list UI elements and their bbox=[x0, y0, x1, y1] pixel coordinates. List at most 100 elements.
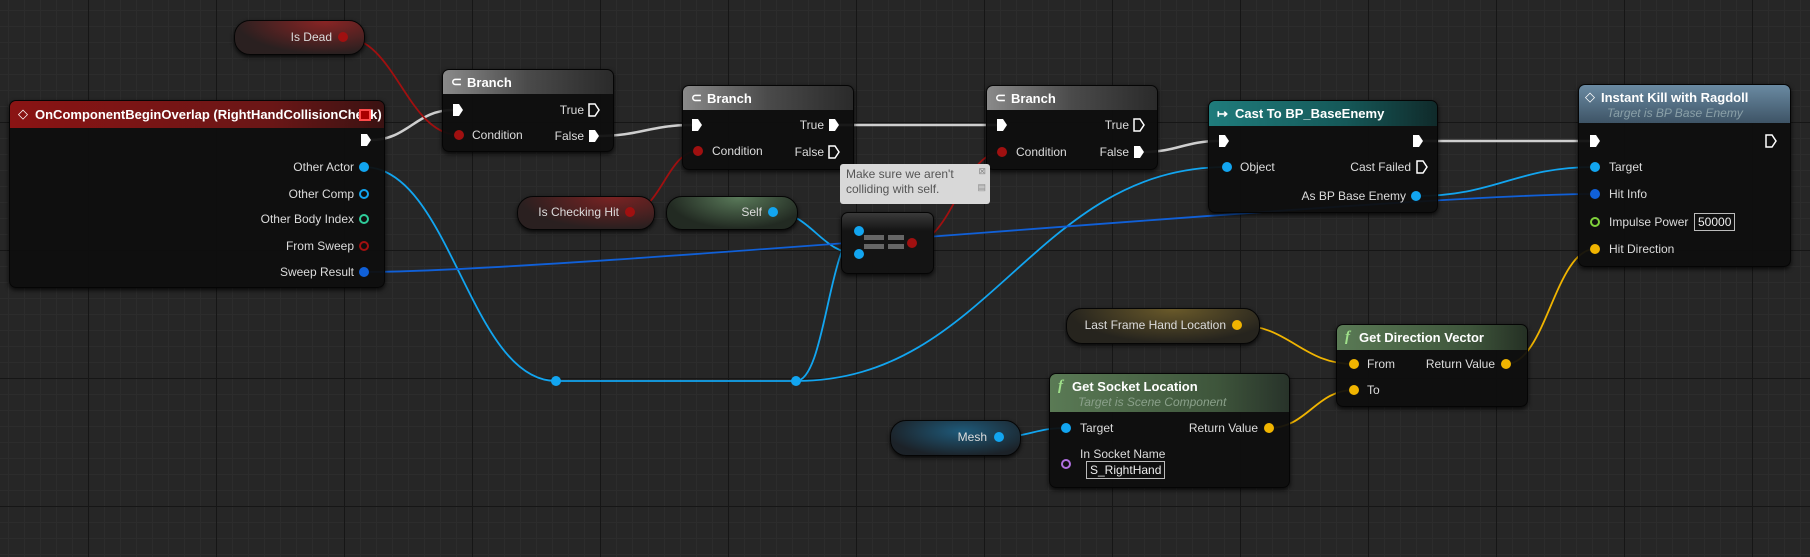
hit-direction-pin[interactable] bbox=[1590, 244, 1600, 254]
condition-pin[interactable] bbox=[997, 147, 1007, 157]
target-pin[interactable] bbox=[1590, 162, 1600, 172]
equal-icon bbox=[864, 244, 884, 249]
node-title: Get Socket Location bbox=[1072, 379, 1198, 394]
exec-in-pin[interactable] bbox=[1589, 134, 1601, 148]
self-pin[interactable] bbox=[768, 207, 778, 217]
pin-label: Cast Failed bbox=[1350, 160, 1411, 174]
hit-info-pin[interactable] bbox=[1590, 189, 1600, 199]
node-title: Branch bbox=[467, 75, 512, 90]
equal-a-pin[interactable] bbox=[854, 226, 864, 236]
mesh-pin[interactable] bbox=[994, 432, 1004, 442]
exec-in-pin[interactable] bbox=[691, 118, 703, 132]
exec-out-pin[interactable] bbox=[360, 133, 372, 147]
comment-text: colliding with self. bbox=[846, 182, 940, 196]
from-sweep-pin[interactable] bbox=[359, 241, 369, 251]
self-node[interactable] bbox=[666, 196, 798, 230]
reroute-node[interactable] bbox=[551, 376, 561, 386]
equal-icon bbox=[888, 244, 904, 249]
pin-comment-icon[interactable]: ⊠ bbox=[978, 166, 986, 177]
pin-label: From bbox=[1367, 357, 1395, 371]
pin-label: True bbox=[1104, 118, 1129, 132]
equal-node[interactable] bbox=[841, 212, 934, 274]
pin-label: As BP Base Enemy bbox=[1301, 189, 1407, 203]
pin-label: To bbox=[1367, 383, 1380, 397]
false-exec-pin[interactable] bbox=[588, 129, 600, 143]
pin-label: False bbox=[1099, 145, 1129, 159]
pin-label: Other Body Index bbox=[260, 212, 354, 226]
pin-label: Other Comp bbox=[288, 187, 354, 201]
to-pin[interactable] bbox=[1349, 385, 1359, 395]
impulse-power-pin[interactable] bbox=[1590, 217, 1600, 227]
variable-label: Mesh bbox=[957, 430, 987, 444]
socket-name-input[interactable]: S_RightHand bbox=[1086, 461, 1166, 479]
equal-icon bbox=[864, 235, 884, 240]
pin-label: Impulse Power bbox=[1609, 215, 1689, 229]
pin-label: False bbox=[554, 129, 584, 143]
pin-label: Other Actor bbox=[293, 160, 354, 174]
as-bp-base-enemy-pin[interactable] bbox=[1411, 191, 1421, 201]
comment-text: Make sure we aren't bbox=[846, 167, 954, 181]
branch-icon: ⊂ bbox=[995, 90, 1006, 105]
pin-label: Condition bbox=[1016, 145, 1067, 159]
node-subtitle: Target is Scene Component bbox=[1078, 395, 1227, 409]
in-socket-name-pin[interactable] bbox=[1061, 459, 1071, 469]
comment-menu-icon[interactable]: ▤ bbox=[977, 182, 986, 193]
equal-result-pin[interactable] bbox=[907, 238, 917, 248]
variable-label: Is Dead bbox=[290, 30, 332, 44]
exec-in-pin[interactable] bbox=[1218, 134, 1230, 148]
true-exec-pin[interactable] bbox=[588, 103, 600, 117]
pin-label: From Sweep bbox=[285, 239, 354, 253]
function-icon: f bbox=[1058, 378, 1063, 394]
pin-label: Sweep Result bbox=[279, 265, 354, 279]
cast-arrow-icon: ↦ bbox=[1217, 106, 1228, 121]
exec-out-pin[interactable] bbox=[1412, 134, 1424, 148]
pin-label: Hit Info bbox=[1609, 187, 1648, 201]
equal-b-pin[interactable] bbox=[854, 249, 864, 259]
object-wire[interactable] bbox=[1415, 166, 1596, 197]
comment-bubble[interactable]: Make sure we aren't colliding with self.… bbox=[840, 164, 990, 204]
pin-label: Return Value bbox=[1425, 357, 1495, 371]
is-checking-hit-pin[interactable] bbox=[625, 207, 635, 217]
node-title: Cast To BP_BaseEnemy bbox=[1235, 106, 1385, 121]
sweep-result-pin[interactable] bbox=[359, 267, 369, 277]
pin-label: Target bbox=[1080, 421, 1114, 435]
last-frame-hand-location-pin[interactable] bbox=[1232, 320, 1242, 330]
pin-label: Return Value bbox=[1188, 421, 1258, 435]
object-pin[interactable] bbox=[1222, 162, 1232, 172]
condition-pin[interactable] bbox=[454, 130, 464, 140]
exec-in-pin[interactable] bbox=[452, 103, 464, 117]
variable-label: Is Checking Hit bbox=[538, 205, 619, 219]
event-diamond-icon: ◇ bbox=[18, 106, 28, 121]
false-exec-pin[interactable] bbox=[1133, 145, 1145, 159]
reroute-node[interactable] bbox=[791, 376, 801, 386]
exec-in-pin[interactable] bbox=[996, 118, 1008, 132]
true-exec-pin[interactable] bbox=[828, 118, 840, 132]
node-title: Branch bbox=[707, 91, 752, 106]
exec-out-pin[interactable] bbox=[1765, 134, 1777, 148]
branch-icon: ⊂ bbox=[691, 90, 702, 105]
node-title: Get Direction Vector bbox=[1359, 330, 1484, 345]
branch-icon: ⊂ bbox=[451, 74, 462, 89]
false-exec-pin[interactable] bbox=[828, 145, 840, 159]
target-pin[interactable] bbox=[1061, 423, 1071, 433]
pin-label: Condition bbox=[472, 128, 523, 142]
is-dead-pin[interactable] bbox=[338, 32, 348, 42]
node-title: OnComponentBeginOverlap (RightHandCollis… bbox=[35, 107, 382, 122]
other-body-index-pin[interactable] bbox=[359, 214, 369, 224]
return-value-pin[interactable] bbox=[1264, 423, 1274, 433]
true-exec-pin[interactable] bbox=[1133, 118, 1145, 132]
pin-label: True bbox=[559, 103, 584, 117]
equal-icon bbox=[888, 235, 904, 240]
impulse-power-input[interactable]: 50000 bbox=[1694, 213, 1736, 231]
delegate-square-icon[interactable] bbox=[359, 109, 371, 121]
pin-label: Hit Direction bbox=[1609, 242, 1675, 256]
pin-label: Object bbox=[1240, 160, 1275, 174]
instant-kill-with-ragdoll-node[interactable]: ◇ Instant Kill with Ragdoll Target is BP… bbox=[1578, 84, 1791, 267]
cast-failed-exec-pin[interactable] bbox=[1416, 160, 1428, 174]
return-value-pin[interactable] bbox=[1501, 359, 1511, 369]
condition-pin[interactable] bbox=[693, 146, 703, 156]
node-subtitle: Target is BP Base Enemy bbox=[1607, 106, 1743, 120]
other-comp-pin[interactable] bbox=[359, 189, 369, 199]
from-pin[interactable] bbox=[1349, 359, 1359, 369]
other-actor-pin[interactable] bbox=[359, 162, 369, 172]
